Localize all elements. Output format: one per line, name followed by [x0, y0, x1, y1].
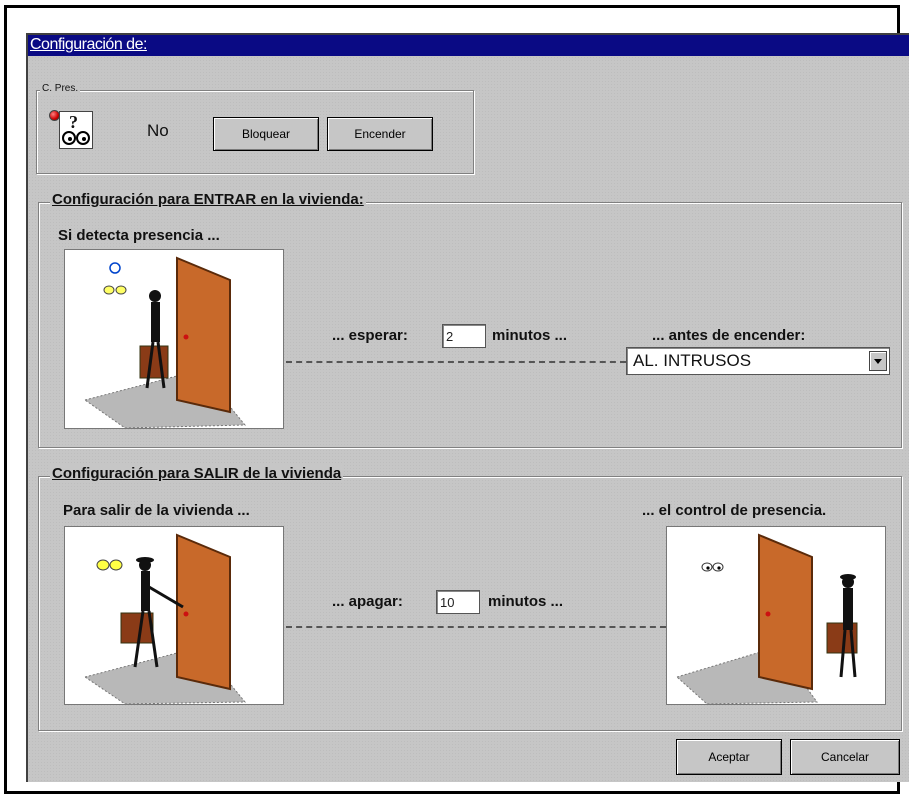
enter-legend: Configuración para ENTRAR en la vivienda… [50, 191, 366, 208]
turn-off-label: ... apagar: [332, 593, 403, 610]
accept-button[interactable]: Aceptar [676, 739, 782, 775]
chevron-down-icon [874, 358, 882, 364]
wait-minutes-label: minutos ... [492, 327, 567, 344]
person-leaving-door-image [83, 533, 247, 704]
presence-status: No [147, 121, 169, 140]
presence-legend: C. Pres. [40, 83, 81, 94]
exit-legend: Configuración para SALIR de la vivienda [50, 465, 344, 482]
exit-dashed-line [286, 626, 666, 628]
device-select-value: AL. INTRUSOS [633, 351, 752, 370]
enter-dashed-line [286, 361, 626, 363]
exit-right-illustration [666, 526, 886, 705]
lock-button[interactable]: Bloquear [213, 117, 319, 151]
dropdown-arrow-button[interactable] [869, 351, 887, 371]
before-turn-on-label: ... antes de encender: [652, 327, 806, 344]
exit-left-illustration [64, 526, 284, 705]
device-select[interactable]: AL. INTRUSOS [626, 347, 890, 375]
turn-off-minutes-input[interactable] [436, 590, 480, 614]
presence-control-label: ... el control de presencia. [642, 502, 827, 519]
window-title: Configuración de: [30, 36, 147, 53]
leave-home-label: Para salir de la vivienda ... [63, 502, 250, 519]
presence-question-eyes-icon: ? [59, 111, 93, 149]
person-entering-door-image [83, 256, 247, 428]
turn-off-minutes-label: minutos ... [488, 593, 563, 610]
title-bar: Configuración de: [28, 35, 909, 56]
enter-illustration [64, 249, 284, 429]
person-outside-door-image [676, 533, 858, 704]
cancel-button[interactable]: Cancelar [790, 739, 900, 775]
svg-text:?: ? [69, 112, 78, 132]
config-window: Configuración de: C. Pres. ? No Bloquear… [26, 33, 909, 782]
turn-on-button[interactable]: Encender [327, 117, 433, 151]
wait-minutes-input[interactable] [442, 324, 486, 348]
wait-label: ... esperar: [332, 327, 408, 344]
detect-presence-label: Si detecta presencia ... [58, 227, 220, 244]
presence-group: C. Pres. ? No Bloquear Encender [36, 83, 474, 174]
